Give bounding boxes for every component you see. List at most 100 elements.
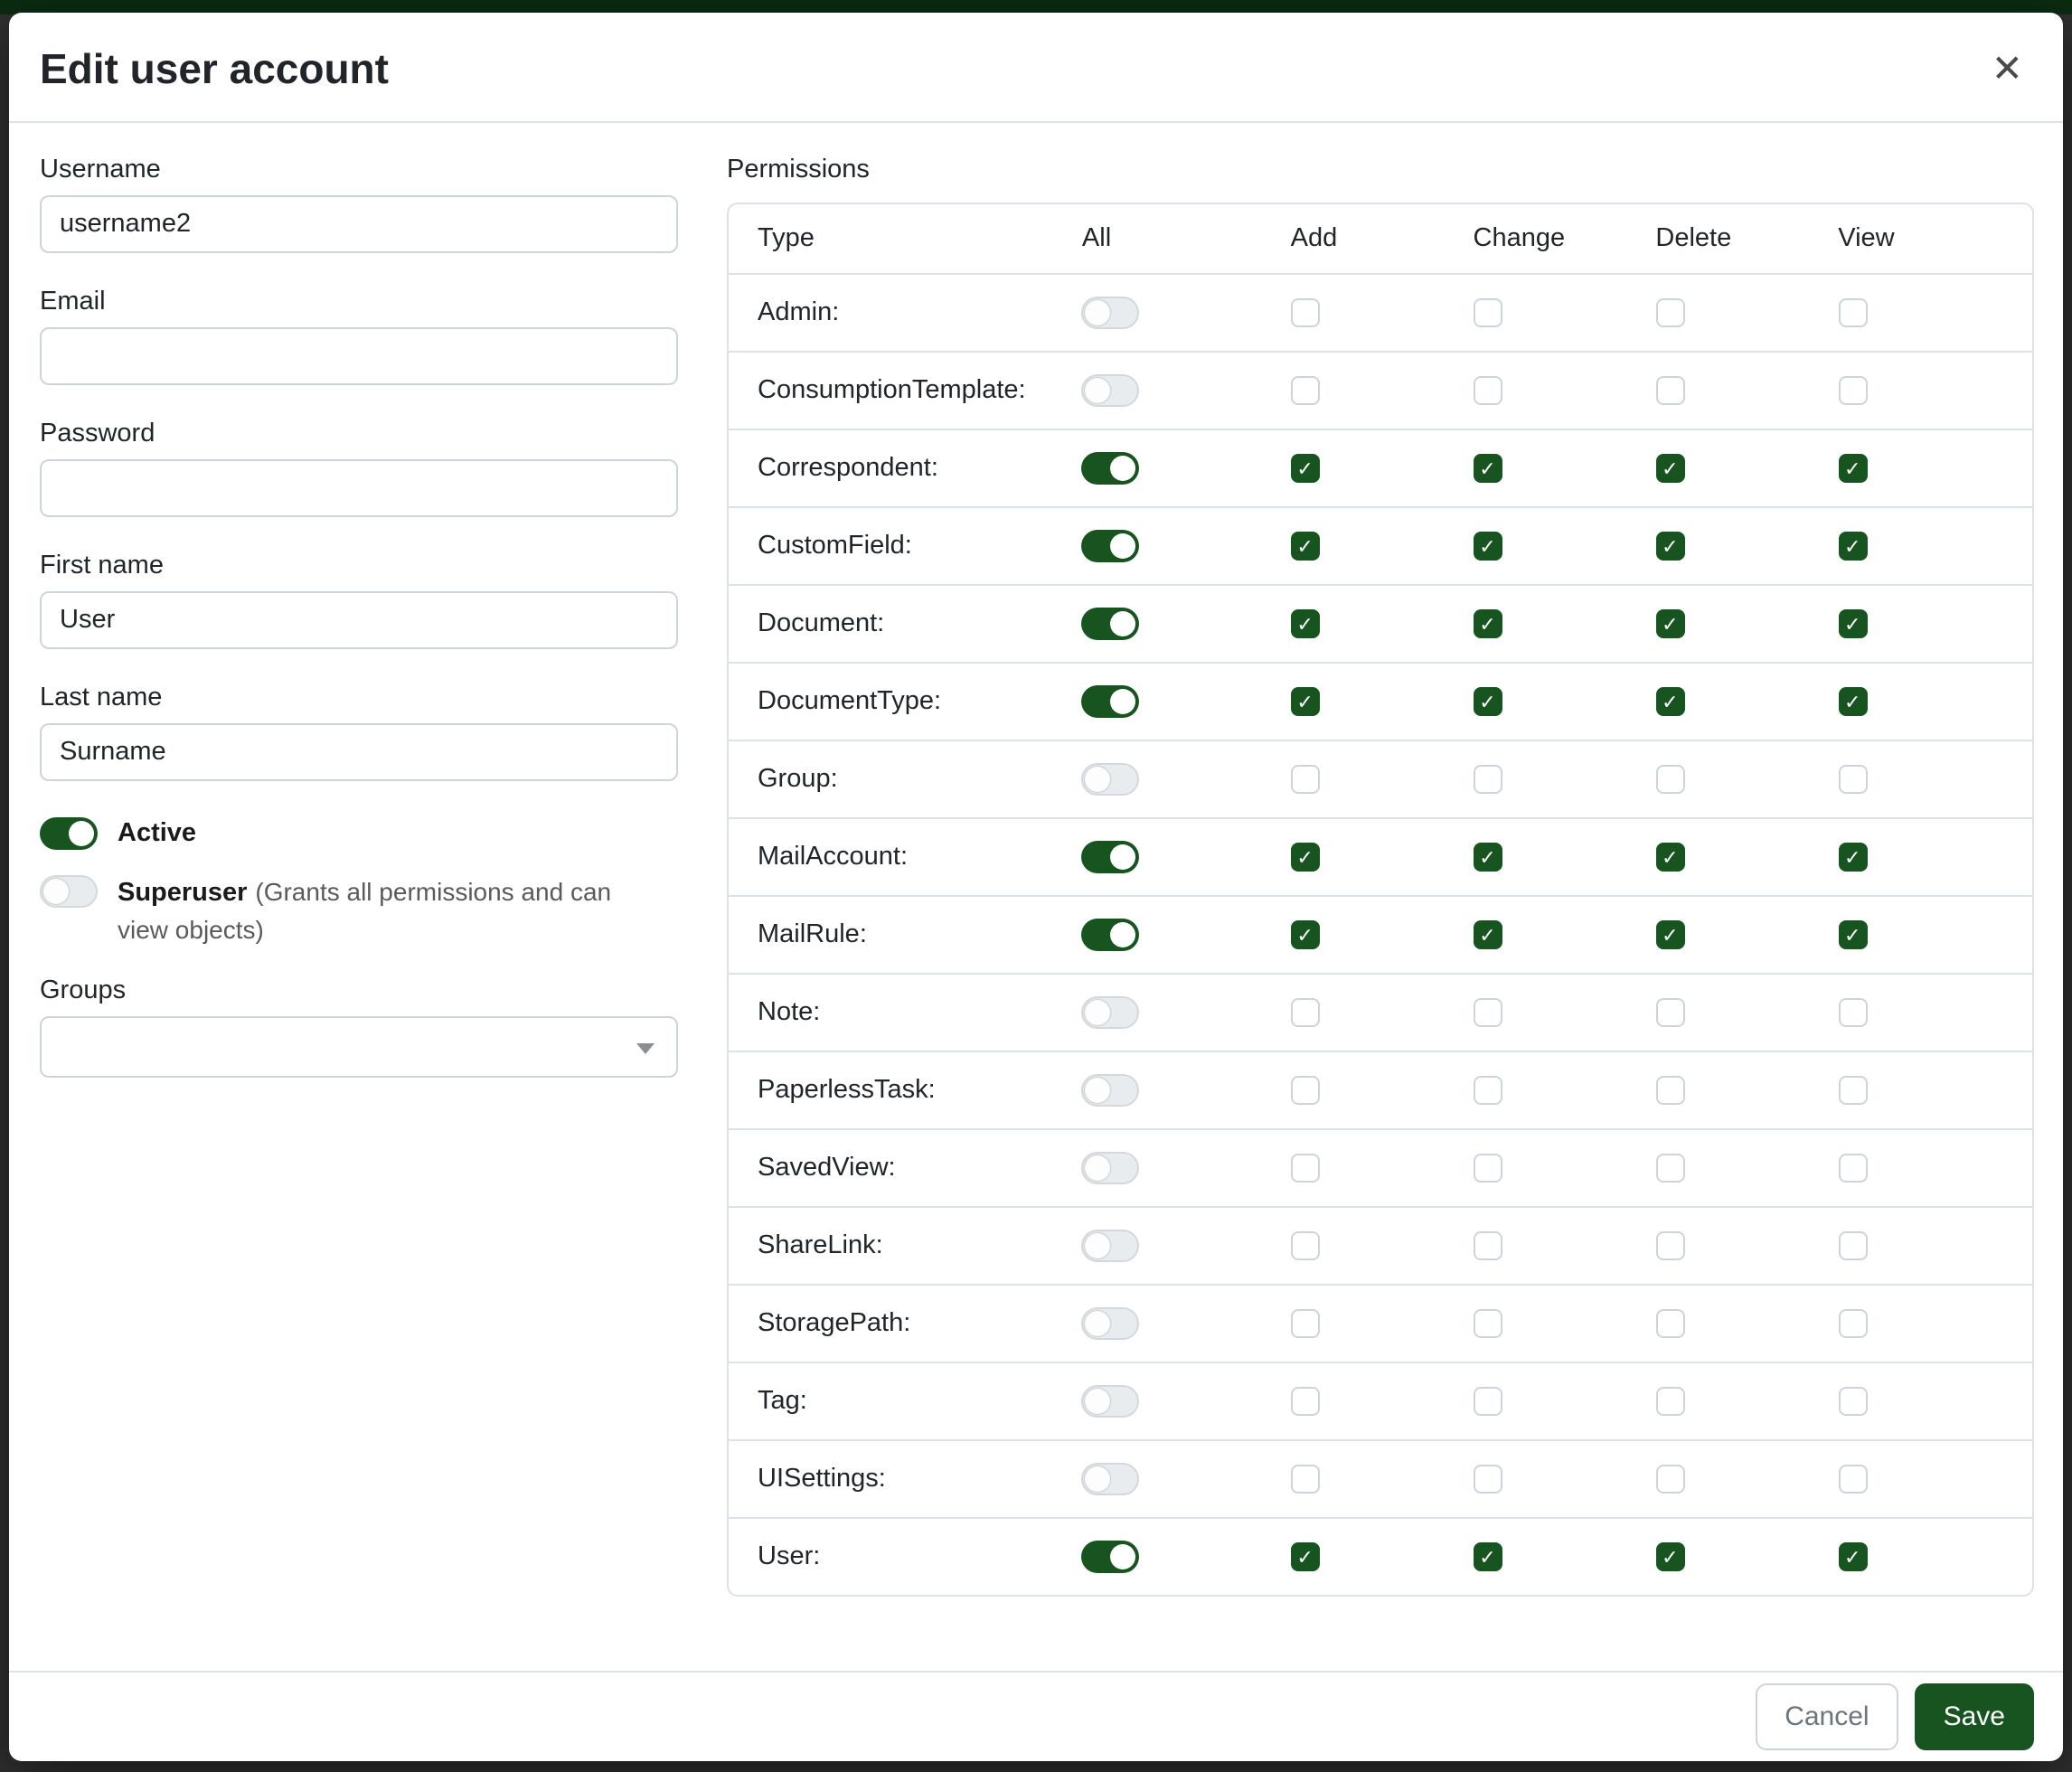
perm-all-toggle[interactable] [1082, 685, 1140, 718]
perm-all-toggle[interactable] [1082, 996, 1140, 1029]
perm-all-toggle[interactable] [1082, 530, 1140, 562]
first-name-input[interactable] [40, 591, 678, 649]
perm-view-checkbox[interactable] [1838, 920, 1867, 949]
perm-all-toggle[interactable] [1082, 452, 1140, 485]
perm-all-toggle[interactable] [1082, 608, 1140, 640]
perm-delete-checkbox[interactable] [1655, 998, 1684, 1027]
perm-all-toggle[interactable] [1082, 1463, 1140, 1495]
perm-add-checkbox[interactable] [1291, 1387, 1320, 1416]
switch-knob [1086, 378, 1111, 403]
perm-view-checkbox[interactable] [1838, 1465, 1867, 1494]
perm-change-checkbox[interactable] [1474, 1465, 1502, 1494]
perm-change-checkbox[interactable] [1474, 1154, 1502, 1183]
perm-add-checkbox[interactable] [1291, 843, 1320, 872]
superuser-toggle[interactable] [40, 875, 98, 908]
perm-delete-checkbox[interactable] [1655, 1231, 1684, 1260]
perm-type-label: Group: [758, 765, 838, 794]
perm-all-toggle[interactable] [1082, 763, 1140, 796]
perm-change-checkbox[interactable] [1474, 609, 1502, 638]
perm-delete-checkbox[interactable] [1655, 1542, 1684, 1571]
perm-view-checkbox[interactable] [1838, 998, 1867, 1027]
perm-add-checkbox[interactable] [1291, 1076, 1320, 1105]
perm-view-checkbox[interactable] [1838, 765, 1867, 794]
perm-add-checkbox[interactable] [1291, 920, 1320, 949]
perm-all-toggle[interactable] [1082, 374, 1140, 407]
perm-change-checkbox[interactable] [1474, 998, 1502, 1027]
perm-view-checkbox[interactable] [1838, 1231, 1867, 1260]
perm-add-checkbox[interactable] [1291, 1231, 1320, 1260]
perm-delete-checkbox[interactable] [1655, 1154, 1684, 1183]
perm-delete-checkbox[interactable] [1655, 843, 1684, 872]
perm-add-checkbox[interactable] [1291, 376, 1320, 405]
close-icon[interactable]: ✕ [1984, 46, 2030, 91]
perm-all-toggle[interactable] [1082, 1307, 1140, 1340]
perm-change-checkbox[interactable] [1474, 376, 1502, 405]
perm-change-checkbox[interactable] [1474, 1231, 1502, 1260]
perm-add-checkbox[interactable] [1291, 1309, 1320, 1338]
active-toggle[interactable] [40, 817, 98, 850]
perm-add-checkbox[interactable] [1291, 687, 1320, 716]
perm-delete-checkbox[interactable] [1655, 376, 1684, 405]
perm-change-checkbox[interactable] [1474, 454, 1502, 483]
perm-add-checkbox[interactable] [1291, 765, 1320, 794]
perm-change-checkbox[interactable] [1474, 1387, 1502, 1416]
perm-delete-checkbox[interactable] [1655, 765, 1684, 794]
perm-all-toggle[interactable] [1082, 1074, 1140, 1107]
perm-view-checkbox[interactable] [1838, 454, 1867, 483]
perm-view-checkbox[interactable] [1838, 532, 1867, 561]
perm-all-toggle[interactable] [1082, 1541, 1140, 1573]
perm-delete-checkbox[interactable] [1655, 609, 1684, 638]
perm-view-checkbox[interactable] [1838, 1309, 1867, 1338]
perm-delete-checkbox[interactable] [1655, 454, 1684, 483]
perm-all-toggle[interactable] [1082, 1152, 1140, 1184]
perm-change-checkbox[interactable] [1474, 1076, 1502, 1105]
perm-all-toggle[interactable] [1082, 1230, 1140, 1262]
perm-all-toggle[interactable] [1082, 919, 1140, 951]
perm-delete-checkbox[interactable] [1655, 687, 1684, 716]
groups-select[interactable] [40, 1016, 678, 1078]
switch-knob [1111, 844, 1136, 870]
perm-add-checkbox[interactable] [1291, 998, 1320, 1027]
perm-delete-checkbox[interactable] [1655, 1387, 1684, 1416]
perm-change-checkbox[interactable] [1474, 765, 1502, 794]
perm-view-checkbox[interactable] [1838, 1387, 1867, 1416]
last-name-input[interactable] [40, 723, 678, 781]
cancel-button[interactable]: Cancel [1756, 1683, 1898, 1750]
perm-change-checkbox[interactable] [1474, 1309, 1502, 1338]
perm-change-checkbox[interactable] [1474, 1542, 1502, 1571]
perm-add-checkbox[interactable] [1291, 298, 1320, 327]
perm-all-toggle[interactable] [1082, 297, 1140, 329]
switch-knob [1111, 533, 1136, 559]
perm-change-checkbox[interactable] [1474, 920, 1502, 949]
email-input[interactable] [40, 327, 678, 385]
perm-add-checkbox[interactable] [1291, 1154, 1320, 1183]
perm-view-checkbox[interactable] [1838, 376, 1867, 405]
perm-view-checkbox[interactable] [1838, 843, 1867, 872]
perm-change-checkbox[interactable] [1474, 843, 1502, 872]
perm-delete-checkbox[interactable] [1655, 298, 1684, 327]
perm-view-checkbox[interactable] [1838, 1076, 1867, 1105]
perm-add-checkbox[interactable] [1291, 454, 1320, 483]
perm-view-checkbox[interactable] [1838, 1154, 1867, 1183]
perm-delete-checkbox[interactable] [1655, 920, 1684, 949]
perm-change-checkbox[interactable] [1474, 687, 1502, 716]
perm-change-checkbox[interactable] [1474, 532, 1502, 561]
save-button[interactable]: Save [1915, 1683, 2034, 1750]
perm-all-toggle[interactable] [1082, 841, 1140, 873]
perm-add-checkbox[interactable] [1291, 1465, 1320, 1494]
perm-view-checkbox[interactable] [1838, 609, 1867, 638]
perm-delete-checkbox[interactable] [1655, 1076, 1684, 1105]
perm-all-toggle[interactable] [1082, 1385, 1140, 1418]
perm-change-checkbox[interactable] [1474, 298, 1502, 327]
perm-add-checkbox[interactable] [1291, 1542, 1320, 1571]
perm-add-checkbox[interactable] [1291, 532, 1320, 561]
perm-view-checkbox[interactable] [1838, 298, 1867, 327]
username-input[interactable] [40, 195, 678, 253]
perm-delete-checkbox[interactable] [1655, 1465, 1684, 1494]
perm-delete-checkbox[interactable] [1655, 532, 1684, 561]
perm-view-checkbox[interactable] [1838, 1542, 1867, 1571]
perm-add-checkbox[interactable] [1291, 609, 1320, 638]
perm-view-checkbox[interactable] [1838, 687, 1867, 716]
password-input[interactable] [40, 459, 678, 517]
perm-delete-checkbox[interactable] [1655, 1309, 1684, 1338]
